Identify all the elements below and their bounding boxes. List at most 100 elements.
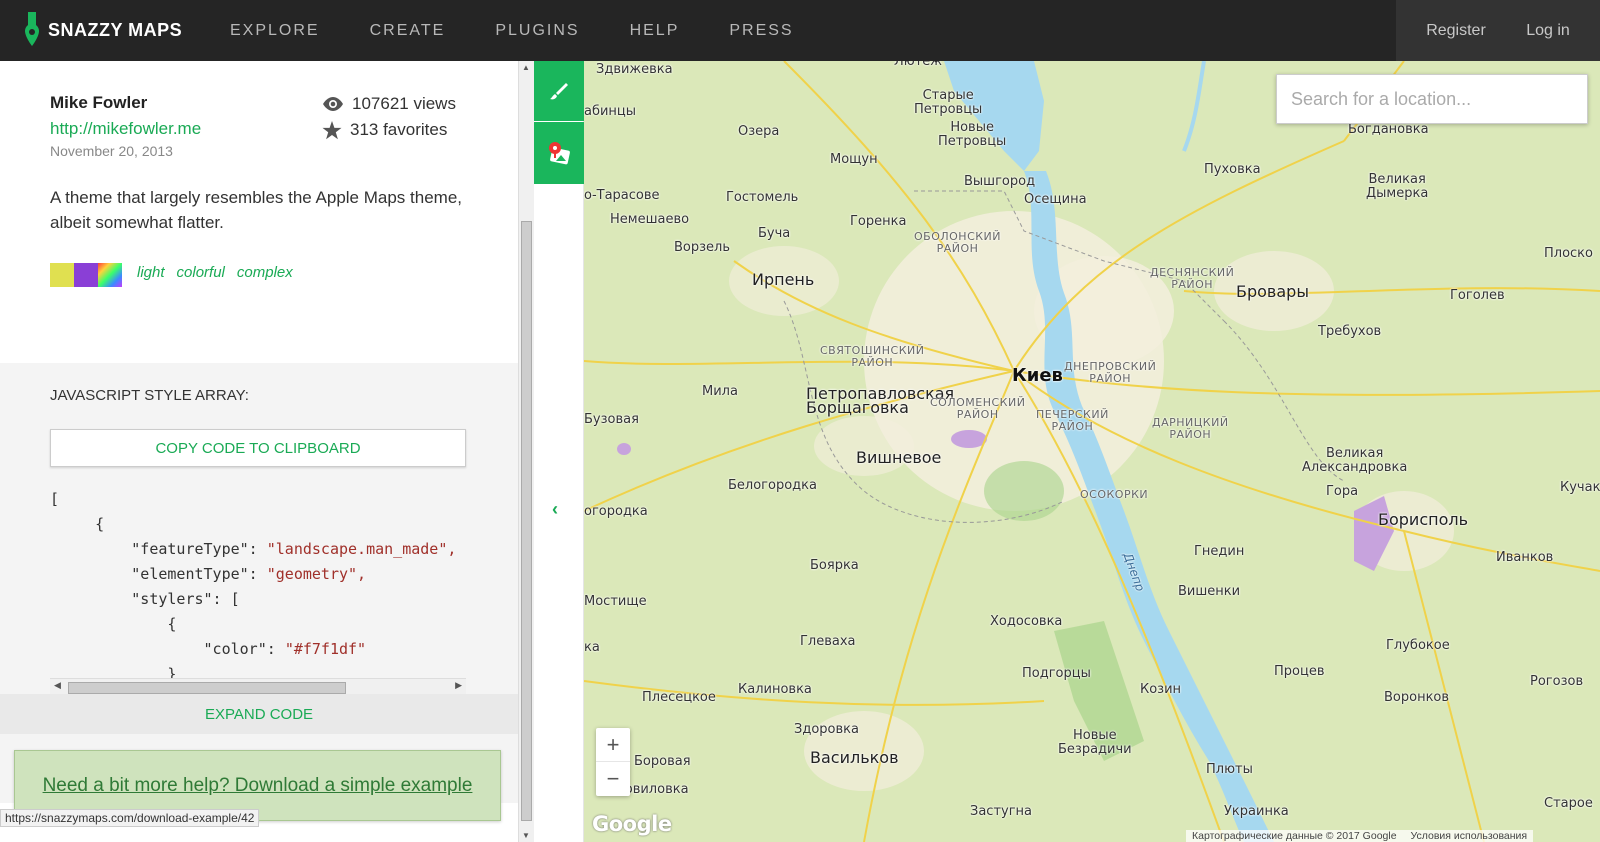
brand-name: SNAZZY MAPS (48, 19, 183, 40)
code-line: "stylers": [ (50, 590, 240, 608)
place-label: Гостомель (726, 190, 799, 205)
place-label: Озера (738, 124, 780, 139)
account-nav: Register Log in (1396, 0, 1600, 61)
scrollbar-thumb[interactable] (68, 682, 346, 694)
code-line: "featureType": "landscape.man_made", (50, 540, 457, 558)
code-line: [ (50, 490, 60, 508)
district-label: ДЕСНЯНСКИЙ РАЙОН (1150, 266, 1235, 291)
place-label: ка (584, 640, 600, 655)
place-label: Пуховка (1204, 162, 1261, 177)
place-label: абинцы (584, 104, 637, 119)
place-label: огородка (584, 504, 648, 519)
code-line: "elementType": "geometry", (50, 565, 367, 583)
map-canvas[interactable]: Здвижевка Лютеж абинцы Старые Петровцы Озера Н… (584, 61, 1600, 842)
place-label: Мощун (830, 152, 878, 167)
site-logo[interactable]: SNAZZY MAPS (24, 12, 182, 48)
city-label: Киев (1012, 365, 1063, 386)
town-label: Бровары (1236, 282, 1309, 301)
login-link[interactable]: Log in (1526, 22, 1570, 40)
scroll-up-icon[interactable]: ▲ (522, 63, 530, 72)
nav-plugins[interactable]: PLUGINS (495, 22, 579, 40)
place-label: Новые Петровцы (938, 120, 1007, 149)
author-url-link[interactable]: http://mikefowler.me (50, 119, 201, 139)
favorites-stat: 313 favorites (322, 120, 447, 140)
code-horizontal-scrollbar[interactable]: ◀ ▶ (50, 678, 466, 695)
place-label: Ворзель (674, 240, 731, 255)
district-label: СОЛОМЕНСКИЙ РАЙОН (930, 396, 1026, 421)
scroll-down-icon[interactable]: ▼ (522, 831, 530, 840)
nav-create[interactable]: CREATE (370, 22, 446, 40)
swatch-multicolor[interactable] (98, 263, 122, 287)
nav-explore[interactable]: EXPLORE (230, 22, 320, 40)
scrollbar-thumb[interactable] (521, 221, 532, 821)
place-label: Осещина (1024, 192, 1087, 207)
place-label: Украинка (1224, 804, 1289, 819)
district-label: ПЕЧЕРСКИЙ РАЙОН (1036, 408, 1109, 433)
place-label: Рогозов (1530, 674, 1584, 689)
swatch-purple[interactable] (74, 263, 98, 287)
expand-code-button[interactable]: EXPAND CODE (0, 694, 518, 734)
place-label: Гора (1326, 484, 1359, 499)
map-marker-image-icon (549, 142, 570, 165)
register-link[interactable]: Register (1426, 22, 1486, 40)
place-label: Иванков (1496, 550, 1554, 565)
nav-help[interactable]: HELP (630, 22, 680, 40)
map-attribution: Картографические данные © 2017 Google Ус… (1186, 830, 1534, 842)
place-label: Застугна (970, 804, 1033, 819)
swatch-yellow[interactable] (50, 263, 74, 287)
nav-press[interactable]: PRESS (729, 22, 793, 40)
star-icon (322, 120, 342, 139)
code-line: { (50, 515, 105, 533)
place-label: Калиновка (738, 682, 812, 697)
zoom-in-button[interactable]: + (596, 728, 630, 762)
zoom-out-button[interactable]: − (596, 762, 630, 796)
tag-light[interactable]: light (137, 264, 165, 281)
browser-status-url: https://snazzymaps.com/download-example/… (0, 809, 260, 827)
place-label: Великая Александровка (1302, 446, 1408, 475)
download-example-link[interactable]: Need a bit more help? Download a simple … (43, 775, 473, 797)
place-label: Кучак (1560, 480, 1600, 495)
place-label: Боярка (810, 558, 859, 573)
place-label: Ходосовка (990, 614, 1063, 629)
place-label: Козин (1140, 682, 1182, 697)
collapse-panel-chevron-icon[interactable]: ‹ (552, 499, 558, 520)
google-logo: Google (592, 812, 672, 836)
code-heading: JAVASCRIPT STYLE ARRAY: (50, 387, 249, 404)
place-label: Здоровка (794, 722, 859, 737)
place-label: Плесецкое (642, 690, 716, 705)
town-label: Васильков (810, 748, 899, 767)
terms-of-use-link[interactable]: Условия использования (1411, 830, 1528, 842)
location-search-box (1276, 74, 1588, 124)
top-navbar: SNAZZY MAPS EXPLORE CREATE PLUGINS HELP … (0, 0, 1600, 61)
style-tags: light colorful complex (137, 264, 305, 281)
place-label: Мостище (584, 594, 647, 609)
code-block[interactable]: [ { "featureType": "landscape.man_made",… (50, 487, 466, 679)
tag-colorful[interactable]: colorful (177, 264, 225, 281)
place-label: Новые Безрадичи (1058, 728, 1132, 757)
place-label: Богдановка (1348, 122, 1429, 137)
brush-icon (550, 83, 568, 100)
place-label: Глубокое (1386, 638, 1450, 653)
scroll-right-icon[interactable]: ▶ (455, 680, 462, 691)
views-count: 107621 views (352, 94, 456, 113)
map-base-layer (584, 61, 1600, 842)
views-stat: 107621 views (322, 94, 456, 114)
district-label: ОСОКОРКИ (1080, 488, 1149, 501)
publish-date: November 20, 2013 (50, 143, 173, 159)
place-label: Вышгород (964, 174, 1036, 189)
location-search-input[interactable] (1291, 88, 1573, 110)
place-label: Гоголев (1450, 288, 1505, 303)
favorites-count: 313 favorites (350, 120, 448, 139)
code-line: { (50, 615, 177, 633)
town-label: Вишневое (856, 448, 942, 467)
map-image-button[interactable] (534, 122, 584, 184)
tag-complex[interactable]: complex (237, 264, 293, 281)
edit-style-button[interactable] (534, 61, 584, 121)
scroll-left-icon[interactable]: ◀ (54, 680, 61, 691)
panel-vertical-scrollbar[interactable]: ▲ ▼ (518, 61, 534, 842)
author-name: Mike Fowler (50, 93, 148, 112)
place-label: Буча (758, 226, 791, 241)
place-label: Боровая (634, 754, 691, 769)
copy-code-button[interactable]: COPY CODE TO CLIPBOARD (50, 429, 466, 467)
place-label: Глеваха (800, 634, 856, 649)
